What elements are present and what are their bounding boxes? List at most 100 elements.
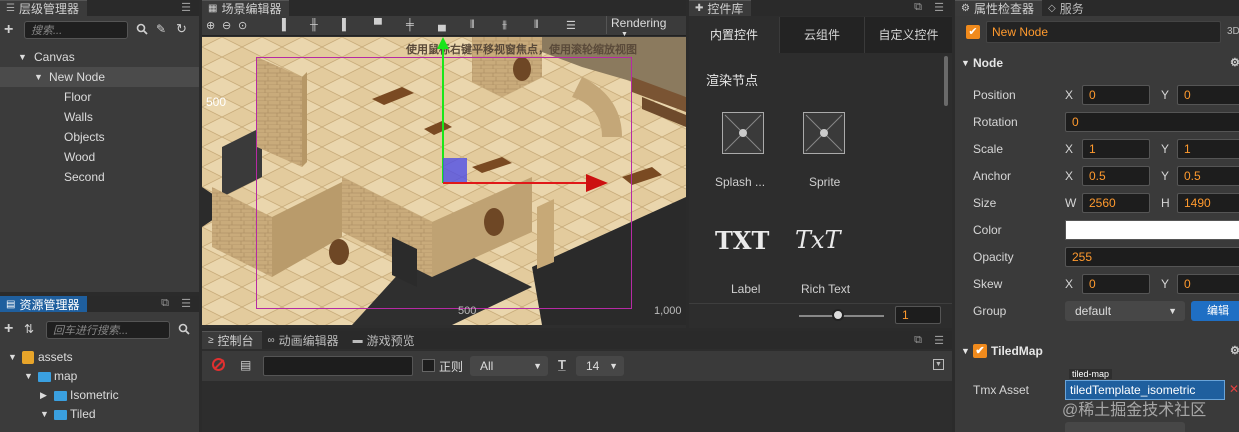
anchor-y-input[interactable]: 0.5 xyxy=(1177,166,1239,186)
panel-popout-icon[interactable]: ⧉ xyxy=(161,297,169,310)
component-enabled-checkbox[interactable]: ✔ xyxy=(973,344,987,358)
zoom-out-icon[interactable]: ⊖ xyxy=(222,19,231,32)
size-width-input[interactable]: 2560 xyxy=(1082,193,1150,213)
caret-down-icon[interactable]: ▼ xyxy=(18,47,27,67)
3d-badge[interactable]: 3D xyxy=(1227,26,1239,37)
widget-item-label[interactable]: TXT Label xyxy=(709,222,781,302)
node-active-checkbox[interactable]: ✔ xyxy=(966,25,980,39)
distribute-top-icon[interactable]: ☰ xyxy=(566,19,576,32)
widget-item-splash[interactable]: Splash ... xyxy=(709,110,781,190)
edit-group-button[interactable]: 编辑 xyxy=(1191,301,1239,321)
size-height-input[interactable]: 1490 xyxy=(1177,193,1239,213)
scene-viewport[interactable]: 500 1,000 500 使用鼠标右键平移视窗焦点，使用滚轮缩放视图 xyxy=(202,37,686,325)
tab-console[interactable]: ≥ 控制台 xyxy=(202,331,262,349)
distribute-left-icon[interactable]: ⫴ xyxy=(470,19,475,32)
zoom-fit-icon[interactable]: ⊙ xyxy=(238,19,247,32)
skew-y-input[interactable]: 0 xyxy=(1177,274,1239,294)
position-y-input[interactable]: 0 xyxy=(1177,85,1239,105)
zoom-in-icon[interactable]: ⊕ xyxy=(206,19,215,32)
move-gizmo[interactable] xyxy=(202,37,686,325)
tab-game-preview[interactable]: ▬ 游戏预览 xyxy=(346,331,423,349)
align-right-icon[interactable]: ▌ xyxy=(342,19,350,31)
assets-search-input[interactable]: 回车进行搜索... xyxy=(46,321,170,339)
tab-hierarchy[interactable]: ☰ 层级管理器 xyxy=(0,0,87,16)
caret-down-icon[interactable]: ▼ xyxy=(24,367,33,386)
node-section-header[interactable]: ▼ Node ⚙ xyxy=(955,52,1239,74)
add-node-icon[interactable]: + xyxy=(4,21,13,39)
sort-icon[interactable]: ⇅ xyxy=(24,322,34,336)
anchor-x-input[interactable]: 0.5 xyxy=(1082,166,1150,186)
panel-popout-icon[interactable]: ⧉ xyxy=(914,334,922,347)
align-vcenter-icon[interactable]: ╪ xyxy=(406,19,414,31)
tab-widgets[interactable]: ✚ 控件库 xyxy=(689,0,752,16)
hierarchy-search-input[interactable]: 搜索... xyxy=(24,21,128,39)
asset-folder-tiled[interactable]: ▼ Tiled xyxy=(0,405,199,424)
rendering-dropdown[interactable]: Rendering ▼ xyxy=(606,16,682,38)
widget-item-rich-text[interactable]: TxT Rich Text xyxy=(789,222,861,302)
refresh-icon[interactable]: ↻ xyxy=(176,21,187,37)
tab-inspector[interactable]: ⚙ 属性检查器 xyxy=(955,0,1042,16)
tab-builtin-widgets[interactable]: 内置控件 xyxy=(689,17,779,53)
opacity-input[interactable]: 255 xyxy=(1065,247,1239,267)
add-asset-icon[interactable]: + xyxy=(4,320,13,338)
color-swatch[interactable] xyxy=(1065,220,1239,240)
panel-menu-icon[interactable]: ☰ xyxy=(181,297,191,310)
regex-checkbox[interactable] xyxy=(422,359,435,372)
caret-down-icon[interactable]: ▼ xyxy=(34,67,43,87)
rotation-input[interactable]: 0 xyxy=(1065,112,1239,132)
locate-icon[interactable]: ✎ xyxy=(156,22,166,36)
align-bottom-icon[interactable]: ▄ xyxy=(438,19,446,31)
tab-custom-widgets[interactable]: 自定义控件 xyxy=(864,17,952,53)
asset-assets[interactable]: ▼ assets xyxy=(0,348,199,367)
zoom-slider-thumb[interactable] xyxy=(832,309,844,321)
caret-down-icon[interactable]: ▼ xyxy=(40,405,49,424)
distribute-right-icon[interactable]: ⫴ xyxy=(534,19,539,32)
widget-item-sprite[interactable]: Sprite xyxy=(789,110,861,190)
distribute-hcenter-icon[interactable]: ⫵ xyxy=(502,19,507,32)
tiledmap-section-header[interactable]: ▼ ✔ TiledMap ⚙ xyxy=(955,340,1239,362)
tree-node-wood[interactable]: Wood xyxy=(0,147,199,167)
log-level-select[interactable]: All ▼ xyxy=(470,356,548,376)
tab-scene-editor[interactable]: ▦ 场景编辑器 xyxy=(202,0,290,16)
tree-node-new-node[interactable]: ▼ New Node xyxy=(0,67,199,87)
tab-assets[interactable]: ▤ 资源管理器 xyxy=(0,296,88,312)
panel-menu-icon[interactable]: ☰ xyxy=(934,334,944,347)
asset-folder-map[interactable]: ▼ map xyxy=(0,367,199,386)
group-select[interactable]: default ▼ xyxy=(1065,301,1185,321)
panel-menu-icon[interactable]: ☰ xyxy=(181,1,191,14)
asset-folder-isometric[interactable]: ▶ Isometric xyxy=(0,386,199,405)
inspector-bottom-button[interactable] xyxy=(1065,422,1185,432)
caret-down-icon[interactable]: ▼ xyxy=(8,348,17,367)
tree-node-objects[interactable]: Objects xyxy=(0,127,199,147)
tree-node-walls[interactable]: Walls xyxy=(0,107,199,127)
tree-node-canvas[interactable]: ▼ Canvas xyxy=(0,47,199,67)
skew-x-input[interactable]: 0 xyxy=(1082,274,1150,294)
scale-y-input[interactable]: 1 xyxy=(1177,139,1239,159)
align-top-icon[interactable]: ▀ xyxy=(374,19,382,31)
clear-asset-icon[interactable]: ✕ xyxy=(1229,382,1239,396)
align-hcenter-icon[interactable]: ╫ xyxy=(310,19,318,31)
align-left-icon[interactable]: ▐ xyxy=(278,19,286,31)
log-file-icon[interactable]: ▤ xyxy=(240,358,251,372)
tree-node-second[interactable]: Second xyxy=(0,167,199,187)
panel-menu-icon[interactable]: ☰ xyxy=(934,1,944,14)
widgets-scrollbar[interactable] xyxy=(944,56,948,106)
search-icon[interactable] xyxy=(178,323,190,335)
search-icon[interactable] xyxy=(136,23,148,35)
position-x-input[interactable]: 0 xyxy=(1082,85,1150,105)
tab-cloud-widgets[interactable]: 云组件 xyxy=(779,17,864,53)
scale-x-input[interactable]: 1 xyxy=(1082,139,1150,159)
console-filter-input[interactable] xyxy=(263,356,413,376)
font-size-select[interactable]: 14 ▼ xyxy=(576,356,624,376)
zoom-value-input[interactable]: 1 xyxy=(895,306,941,324)
tab-animation-editor[interactable]: ∞ 动画编辑器 xyxy=(261,331,347,349)
tab-services[interactable]: ◇ 服务 xyxy=(1041,0,1092,16)
node-name-input[interactable]: New Node xyxy=(986,21,1221,43)
panel-popout-icon[interactable]: ⧉ xyxy=(914,1,922,14)
caret-right-icon[interactable]: ▶ xyxy=(40,386,47,405)
hierarchy-tree: ▼ Canvas ▼ New Node Floor Walls Objects … xyxy=(0,47,199,287)
settings-gear-icon[interactable]: ⚙ xyxy=(1230,52,1239,74)
tree-node-floor[interactable]: Floor xyxy=(0,87,199,107)
settings-gear-icon[interactable]: ⚙ xyxy=(1230,340,1239,362)
collapse-icon[interactable]: ▼ xyxy=(933,359,944,370)
